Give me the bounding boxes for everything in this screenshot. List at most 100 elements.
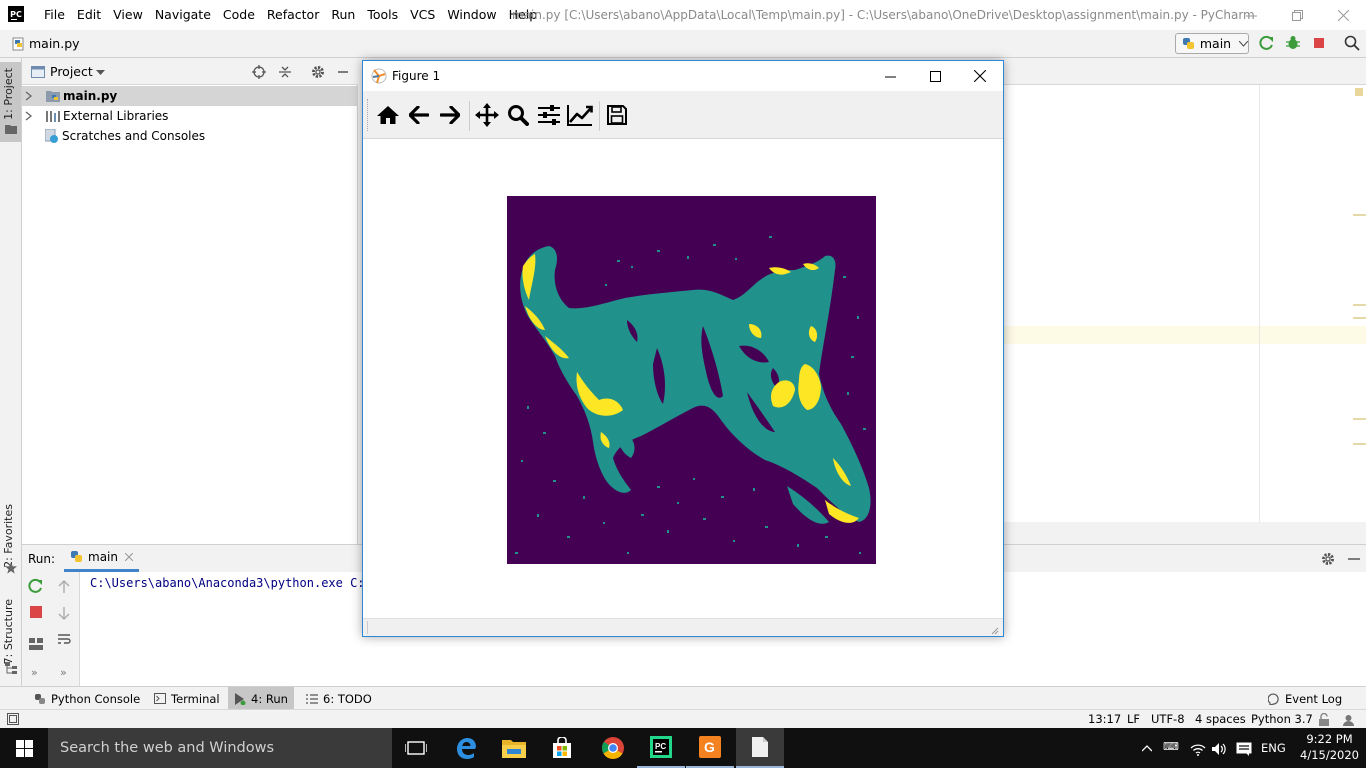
resize-grip-icon[interactable] [991, 627, 999, 635]
file-encoding[interactable]: UTF-8 [1151, 712, 1185, 726]
error-stripe-mark[interactable] [1353, 418, 1366, 420]
start-button[interactable] [0, 728, 48, 768]
clock[interactable]: 9:22 PM 4/15/2020 [1300, 731, 1359, 763]
search-everywhere-button[interactable] [1344, 35, 1360, 51]
error-stripe-mark[interactable] [1353, 317, 1366, 319]
edit-axes-button[interactable] [566, 101, 594, 129]
event-log-tab[interactable]: Event Log [1262, 687, 1348, 710]
python-console-tab[interactable]: Python Console [28, 687, 146, 710]
file-explorer-button[interactable] [490, 728, 538, 768]
rerun-icon[interactable] [28, 578, 44, 594]
menu-window[interactable]: Window [441, 7, 502, 23]
tree-item-external-libraries[interactable]: External Libraries [22, 106, 358, 126]
taskbar-search-box[interactable]: Search the web and Windows [48, 728, 392, 768]
chrome-button[interactable] [589, 728, 637, 768]
scroll-up-icon[interactable] [57, 580, 71, 594]
stop-button[interactable] [1311, 35, 1327, 51]
figure-window[interactable]: Figure 1 [362, 60, 1004, 637]
terminal-tab[interactable]: Terminal [148, 687, 226, 710]
lock-icon[interactable] [1318, 713, 1330, 726]
breadcrumb[interactable]: main.py [12, 36, 80, 51]
store-button[interactable] [538, 728, 586, 768]
tree-item-main-py[interactable]: main.py [22, 86, 358, 106]
soft-wrap-icon[interactable] [57, 632, 71, 646]
close-button[interactable] [1320, 0, 1366, 30]
figure-close-button[interactable] [957, 61, 1003, 91]
home-button[interactable] [374, 101, 402, 129]
edge-browser-button[interactable] [442, 728, 490, 768]
figure-maximize-button[interactable] [912, 61, 958, 91]
inspection-indicator[interactable] [1355, 88, 1363, 96]
close-tab-icon[interactable] [124, 553, 133, 561]
menu-vcs[interactable]: VCS [404, 7, 441, 23]
run-tool-tab[interactable]: 4: Run [228, 687, 294, 710]
task-view-button[interactable] [392, 728, 440, 768]
project-tool-tab[interactable]: 1: Project [0, 62, 21, 142]
layout-icon[interactable] [29, 638, 43, 650]
run-tab-main[interactable]: main [64, 545, 139, 572]
structure-tool-tab[interactable]: 7: Structure [2, 599, 15, 664]
indent-setting[interactable]: 4 spaces [1195, 712, 1246, 726]
save-button[interactable] [603, 101, 631, 129]
image-plot[interactable] [507, 196, 876, 564]
breadcrumb-file[interactable]: main.py [29, 36, 80, 51]
menu-view[interactable]: View [107, 7, 149, 23]
more-actions-icon[interactable]: » [31, 666, 38, 679]
menu-code[interactable]: Code [217, 7, 261, 23]
volume-icon[interactable] [1212, 742, 1228, 756]
menu-navigate[interactable]: Navigate [149, 7, 217, 23]
scroll-down-icon[interactable] [57, 606, 71, 620]
run-configuration-select[interactable]: main [1175, 33, 1249, 54]
figure-canvas[interactable] [363, 139, 1003, 618]
figure-minimize-button[interactable] [867, 61, 913, 91]
forward-button[interactable] [436, 101, 464, 129]
pan-button[interactable] [473, 101, 501, 129]
error-stripe-mark[interactable] [1353, 443, 1366, 445]
menu-file[interactable]: File [38, 7, 71, 23]
hide-panel-icon[interactable] [337, 66, 349, 78]
pdf-app-button[interactable]: G [686, 728, 734, 768]
hector-icon[interactable] [1342, 713, 1355, 726]
tool-windows-toggle-icon[interactable] [7, 713, 19, 725]
pycharm-taskbar-button[interactable]: PC [637, 728, 685, 768]
caret-position[interactable]: 13:17 [1088, 712, 1121, 726]
restore-button[interactable] [1274, 0, 1320, 30]
chevron-down-icon[interactable] [96, 70, 105, 76]
error-stripe-mark[interactable] [1353, 214, 1366, 216]
locate-icon[interactable] [252, 65, 266, 79]
menu-run[interactable]: Run [325, 7, 361, 23]
menu-tools[interactable]: Tools [361, 7, 404, 23]
toolbar-grip[interactable] [367, 99, 370, 131]
hide-panel-icon[interactable] [1348, 553, 1360, 565]
matplotlib-figure-button[interactable] [736, 728, 784, 768]
favorites-tool-tab[interactable]: 2: Favorites [2, 504, 15, 568]
notifications-icon[interactable] [1236, 742, 1252, 756]
project-panel-title[interactable]: Project [50, 64, 93, 79]
project-tool-tab-label[interactable]: 1: Project [2, 68, 15, 120]
gear-icon[interactable] [1321, 552, 1335, 566]
back-button[interactable] [405, 101, 433, 129]
menu-edit[interactable]: Edit [71, 7, 107, 23]
debug-button[interactable] [1285, 35, 1301, 51]
menu-refactor[interactable]: Refactor [261, 7, 325, 23]
language-indicator[interactable]: ENG [1261, 741, 1286, 755]
chevron-right-icon[interactable] [25, 91, 33, 101]
line-separator[interactable]: LF [1127, 712, 1140, 726]
python-interpreter[interactable]: Python 3.7 [1251, 712, 1313, 726]
more-actions-icon[interactable]: » [60, 666, 67, 679]
figure-title-bar[interactable]: Figure 1 [363, 61, 1003, 91]
editor-area[interactable] [1003, 58, 1366, 522]
collapse-all-icon[interactable] [278, 65, 292, 79]
zoom-button[interactable] [504, 101, 532, 129]
todo-tab[interactable]: 6: TODO [300, 687, 378, 710]
gear-icon[interactable] [311, 65, 325, 79]
tree-item-scratches[interactable]: Scratches and Consoles [22, 126, 358, 146]
ime-indicator-icon[interactable]: ⌨ [1163, 740, 1179, 753]
chevron-right-icon[interactable] [25, 111, 33, 121]
rerun-button[interactable] [1259, 35, 1275, 51]
configure-subplots-button[interactable] [535, 101, 563, 129]
stop-icon[interactable] [30, 606, 42, 618]
chevron-up-icon[interactable] [1142, 745, 1152, 752]
error-stripe-mark[interactable] [1353, 304, 1366, 306]
wifi-icon[interactable] [1190, 742, 1206, 756]
